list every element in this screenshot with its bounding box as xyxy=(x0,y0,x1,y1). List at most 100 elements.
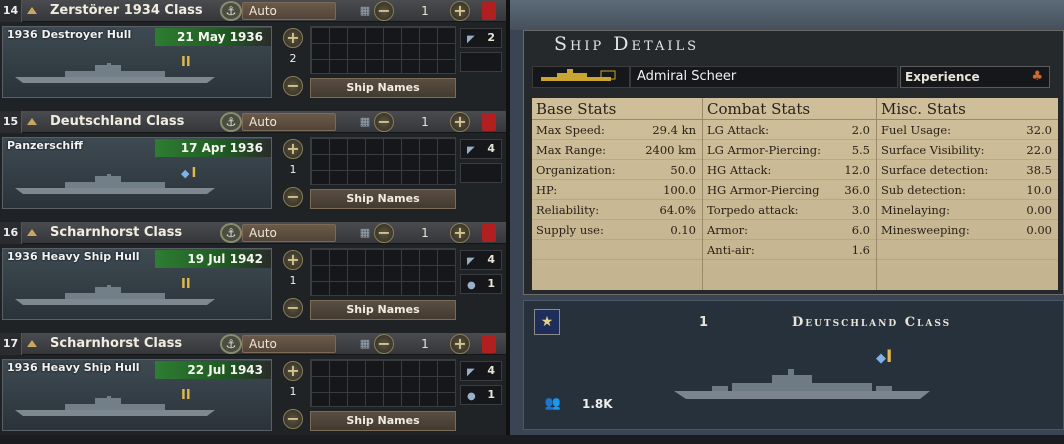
decrease-button[interactable]: − xyxy=(374,334,394,354)
clover-icon: ♣ xyxy=(1031,69,1043,84)
stat-value: 22.0 xyxy=(1026,143,1052,157)
stat-value: 1.6 xyxy=(851,243,870,257)
manpower-icon: 👥 xyxy=(544,396,562,411)
delete-icon[interactable] xyxy=(482,113,496,131)
ship-quantity: 1 xyxy=(289,274,297,287)
ship-rank: II xyxy=(181,277,191,292)
stats-sheet: Base Stats Max Speed: 29.4 kn Max Range: 24… xyxy=(532,98,1058,290)
ship-details-panel: Ship Details Admiral Scheer Experience ♣… xyxy=(523,30,1064,295)
priority-arrow-icon[interactable] xyxy=(27,118,37,125)
ship-quantity: 2 xyxy=(289,52,297,65)
stat-value: 2400 km xyxy=(645,143,696,157)
stat-label: Surface Visibility: xyxy=(881,143,985,157)
stat-value: 50.0 xyxy=(670,163,696,177)
equipment-slot[interactable]: ◤ 2 xyxy=(460,28,502,48)
stat-row: Minesweeping: 0.00 xyxy=(877,220,1058,240)
ship-design-card[interactable]: 1936 Heavy Ship Hull 22 Jul 1943 II xyxy=(2,359,272,431)
decrease-button[interactable]: − xyxy=(374,112,394,132)
ship-quantity: 1 xyxy=(289,385,297,398)
ship-queue-grid[interactable] xyxy=(310,248,456,296)
equipment-slot-empty[interactable] xyxy=(460,163,502,183)
priority-arrow-icon[interactable] xyxy=(27,340,37,347)
ship-design-card[interactable]: Panzerschiff 17 Apr 1936 ◆ I xyxy=(2,137,272,209)
design-date: 19 Jul 1942 xyxy=(155,250,271,268)
add-ship-button[interactable]: + xyxy=(283,139,303,159)
ship-names-button[interactable]: Ship Names xyxy=(310,411,456,431)
stat-value: 29.4 kn xyxy=(652,123,696,137)
equipment-slot[interactable]: ◤ 4 xyxy=(460,139,502,159)
stat-value: 0.00 xyxy=(1026,203,1052,217)
remove-ship-button[interactable]: − xyxy=(283,187,303,207)
stat-row: Max Speed: 29.4 kn xyxy=(532,120,702,140)
ship-names-button[interactable]: Ship Names xyxy=(310,300,456,320)
template-mode-dropdown[interactable]: Auto xyxy=(242,2,336,20)
remove-ship-button[interactable]: − xyxy=(283,409,303,429)
stat-row: Organization: 50.0 xyxy=(532,160,702,180)
decrease-button[interactable]: − xyxy=(374,1,394,21)
add-ship-button[interactable]: + xyxy=(283,250,303,270)
delete-icon[interactable] xyxy=(482,224,496,242)
add-ship-button[interactable]: + xyxy=(283,361,303,381)
anchor-icon[interactable]: ⚓ xyxy=(220,223,242,243)
class-rank: ◆I xyxy=(876,347,893,367)
production-count: 1 xyxy=(421,226,429,240)
anchor-icon[interactable]: ⚓ xyxy=(220,1,242,21)
priority-arrow-icon[interactable] xyxy=(27,229,37,236)
equipment-slot[interactable]: ◤ 4 xyxy=(460,250,502,270)
template-mode-dropdown[interactable]: Auto xyxy=(242,335,336,353)
stat-row: Surface detection: 38.5 xyxy=(877,160,1058,180)
template-class-name: Deutschland Class xyxy=(50,114,185,129)
delete-icon[interactable] xyxy=(482,2,496,20)
diamond-icon: ◆ xyxy=(181,167,190,180)
decrease-button[interactable]: − xyxy=(374,223,394,243)
increase-button[interactable]: + xyxy=(450,334,470,354)
production-count: 1 xyxy=(421,115,429,129)
equipment-slot[interactable]: ◤ 4 xyxy=(460,361,502,381)
ship-design-card[interactable]: 1936 Heavy Ship Hull 19 Jul 1942 II xyxy=(2,248,272,320)
stat-row: Surface Visibility: 22.0 xyxy=(877,140,1058,160)
production-count: 1 xyxy=(421,4,429,18)
template-header: 16 Scharnhorst Class ⚓ Auto ▦ − 1 + xyxy=(0,222,506,244)
add-ship-button[interactable]: + xyxy=(283,28,303,48)
hull-name: 1936 Heavy Ship Hull xyxy=(7,250,140,263)
stat-row xyxy=(877,240,1058,260)
increase-button[interactable]: + xyxy=(450,223,470,243)
stat-row: HP: 100.0 xyxy=(532,180,702,200)
ship-queue-grid[interactable] xyxy=(310,137,456,185)
priority-arrow-icon[interactable] xyxy=(27,7,37,14)
ship-name-field[interactable]: Admiral Scheer xyxy=(630,66,898,88)
ship-design-card[interactable]: 1936 Destroyer Hull 21 May 1936 II xyxy=(2,26,272,98)
aircraft-icon: ◤ xyxy=(467,34,475,45)
template-mode-dropdown[interactable]: Auto xyxy=(242,113,336,131)
experience-field[interactable]: Experience ♣ xyxy=(900,66,1050,88)
ship-queue-grid[interactable] xyxy=(310,359,456,407)
template-index: 15 xyxy=(0,111,22,133)
remove-ship-button[interactable]: − xyxy=(283,76,303,96)
stat-label: Minelaying: xyxy=(881,203,951,217)
anchor-icon[interactable]: ⚓ xyxy=(220,334,242,354)
ship-template-row: 17 Scharnhorst Class ⚓ Auto ▦ − 1 + 1936… xyxy=(0,333,506,444)
stat-label: Supply use: xyxy=(536,223,604,237)
template-index: 14 xyxy=(0,0,22,22)
stat-label: LG Attack: xyxy=(707,123,769,137)
stat-label: LG Armor-Piercing: xyxy=(707,143,821,157)
ship-template-row: 14 Zerstörer 1934 Class ⚓ Auto ▦ − 1 + 1… xyxy=(0,0,506,111)
template-header: 14 Zerstörer 1934 Class ⚓ Auto ▦ − 1 + xyxy=(0,0,506,22)
increase-button[interactable]: + xyxy=(450,112,470,132)
delete-icon[interactable] xyxy=(482,335,496,353)
stat-label: Surface detection: xyxy=(881,163,989,177)
stat-label: Minesweeping: xyxy=(881,223,970,237)
class-summary-card: ★ 1 Deutschland Class ◆I 👥 1.8K xyxy=(523,300,1064,430)
increase-button[interactable]: + xyxy=(450,1,470,21)
template-class-name: Scharnhorst Class xyxy=(50,336,183,351)
ship-names-button[interactable]: Ship Names xyxy=(310,189,456,209)
remove-ship-button[interactable]: − xyxy=(283,298,303,318)
ship-queue-grid[interactable] xyxy=(310,26,456,74)
equipment-slot[interactable]: ● 1 xyxy=(460,274,502,294)
design-date: 21 May 1936 xyxy=(155,28,271,46)
anchor-icon[interactable]: ⚓ xyxy=(220,112,242,132)
equipment-slot-empty[interactable] xyxy=(460,52,502,72)
template-mode-dropdown[interactable]: Auto xyxy=(242,224,336,242)
ship-names-button[interactable]: Ship Names xyxy=(310,78,456,98)
equipment-slot[interactable]: ● 1 xyxy=(460,385,502,405)
